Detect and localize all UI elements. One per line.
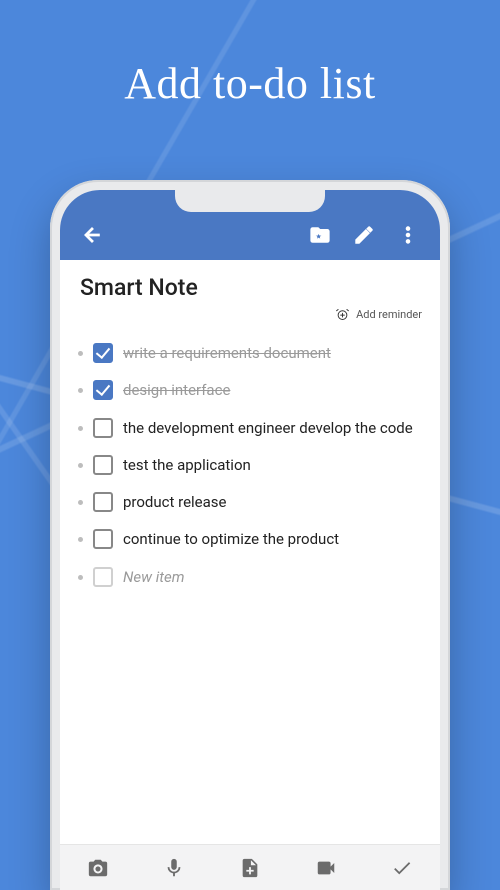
video-icon (315, 857, 337, 879)
alarm-add-icon (335, 307, 350, 322)
item-text[interactable]: continue to optimize the product (123, 528, 422, 549)
note-title[interactable]: Smart Note (78, 274, 422, 301)
microphone-icon (163, 857, 185, 879)
done-button[interactable] (380, 846, 424, 890)
bullet-icon (78, 575, 83, 580)
camera-icon (87, 857, 109, 879)
dots-vertical-icon (397, 224, 419, 246)
bullet-icon (78, 351, 83, 356)
checkbox[interactable] (93, 418, 113, 438)
checkbox[interactable] (93, 343, 113, 363)
overflow-menu-button[interactable] (390, 217, 426, 253)
bullet-icon (78, 463, 83, 468)
check-icon (391, 857, 413, 879)
phone-notch (175, 190, 325, 212)
item-text[interactable]: test the application (123, 454, 422, 475)
video-button[interactable] (304, 846, 348, 890)
checkbox[interactable] (93, 567, 113, 587)
bottom-toolbar (60, 844, 440, 890)
attach-button[interactable] (228, 846, 272, 890)
list-item: product release (78, 483, 422, 520)
new-item-row[interactable]: New item (78, 558, 422, 595)
edit-button[interactable] (346, 217, 382, 253)
checklist: write a requirements document design int… (78, 334, 422, 595)
item-text[interactable]: design interface (123, 379, 422, 400)
bullet-icon (78, 500, 83, 505)
folder-star-icon (309, 224, 331, 246)
back-button[interactable] (74, 217, 110, 253)
bullet-icon (78, 426, 83, 431)
bullet-icon (78, 537, 83, 542)
item-text[interactable]: product release (123, 491, 422, 512)
mic-button[interactable] (152, 846, 196, 890)
checkbox[interactable] (93, 455, 113, 475)
file-add-icon (239, 857, 261, 879)
phone-screen: Smart Note Add reminder write a requirem… (60, 190, 440, 890)
new-item-placeholder[interactable]: New item (123, 566, 422, 587)
checkbox[interactable] (93, 529, 113, 549)
phone-left-button (50, 310, 51, 346)
bookmark-button[interactable] (302, 217, 338, 253)
list-item: design interface (78, 371, 422, 408)
note-content: Smart Note Add reminder write a requirem… (60, 260, 440, 844)
bullet-icon (78, 388, 83, 393)
arrow-left-icon (81, 224, 103, 246)
phone-volume-down (449, 350, 450, 398)
checkbox[interactable] (93, 492, 113, 512)
list-item: test the application (78, 446, 422, 483)
camera-button[interactable] (76, 846, 120, 890)
item-text[interactable]: write a requirements document (123, 342, 422, 363)
hero-title: Add to-do list (0, 58, 500, 109)
list-item: the development engineer develop the cod… (78, 409, 422, 446)
list-item: continue to optimize the product (78, 520, 422, 557)
checkbox[interactable] (93, 380, 113, 400)
add-reminder-label: Add reminder (356, 308, 422, 321)
phone-volume-up (449, 290, 450, 338)
list-item: write a requirements document (78, 334, 422, 371)
phone-frame: Smart Note Add reminder write a requirem… (50, 180, 450, 890)
item-text[interactable]: the development engineer develop the cod… (123, 417, 422, 438)
pencil-icon (353, 224, 375, 246)
add-reminder-button[interactable]: Add reminder (78, 307, 422, 322)
